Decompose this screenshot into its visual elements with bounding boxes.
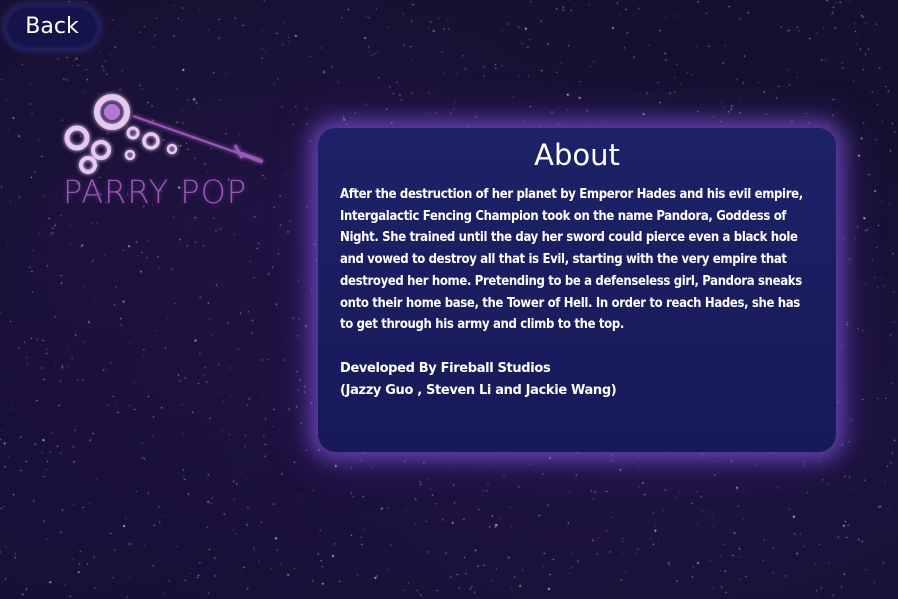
parry-pop-logo: PARRY POP xyxy=(55,85,275,220)
team-line: (Jazzy Guo , Steven Li and Jackie Wang) xyxy=(340,382,617,398)
bubbles-sword-icon xyxy=(64,94,263,174)
developer-line: Developed By Fireball Studios xyxy=(340,360,551,376)
back-button[interactable]: Back xyxy=(5,5,99,49)
credits: Developed By Fireball Studios (Jazzy Guo… xyxy=(340,358,814,401)
about-title: About xyxy=(534,138,620,172)
logo-title: PARRY POP xyxy=(63,173,248,211)
about-story-text: After the destruction of her planet by E… xyxy=(340,187,803,333)
about-panel: About After the destruction of her plane… xyxy=(318,128,836,452)
